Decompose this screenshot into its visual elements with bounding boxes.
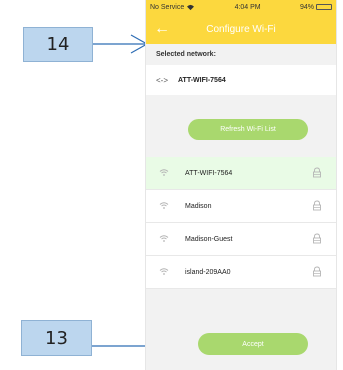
page-title: Configure Wi-Fi [206,23,276,35]
selected-network-name: ATT-WIFI-7564 [178,76,226,84]
status-time: 4:04 PM [234,3,261,11]
nav-bar: ← Configure Wi-Fi [146,14,336,44]
network-name: Madison [185,202,212,210]
network-list-item[interactable]: island-209AA0 [146,256,336,289]
back-arrow-icon[interactable]: ← [154,20,172,38]
selected-network-row: <-> ATT-WIFI-7564 [146,65,336,95]
lock-icon [313,200,321,211]
wifi-signal-icon [159,235,169,242]
link-arrows-icon: <-> [156,75,169,85]
carrier-text: No Service [150,3,185,11]
refresh-area: Refresh Wi-Fi List [146,95,336,157]
status-carrier: No Service [150,4,195,11]
network-list-item[interactable]: Madison [146,190,336,223]
network-name: Madison-Guest [185,235,233,243]
lock-icon [313,266,321,277]
battery-icon [315,4,332,10]
wifi-signal-icon [159,169,169,176]
network-list-item[interactable]: Madison-Guest [146,223,336,256]
phone-screen: No Service 4:04 PM 94% ← Configure Wi-Fi… [145,0,337,370]
network-name: island-209AA0 [185,268,231,276]
accept-button[interactable]: Accept [198,333,308,355]
bottom-area: Accept [146,289,336,369]
network-name: ATT-WIFI-7564 [185,169,233,177]
selected-network-header: Selected network: [146,44,336,65]
network-list-item[interactable]: ATT-WIFI-7564 [146,157,336,190]
lock-icon [313,233,321,244]
status-wifi-icon [187,4,195,10]
status-bar: No Service 4:04 PM 94% [146,0,336,14]
battery-percent: 94% [299,3,314,11]
lock-icon [313,167,321,178]
wifi-signal-icon [159,268,169,275]
battery-indicator: 94% [300,4,332,11]
refresh-wifi-list-button[interactable]: Refresh Wi-Fi List [188,119,308,140]
network-list: ATT-WIFI-7564 Madison Madison-Guest isla… [146,157,336,289]
wifi-signal-icon [159,202,169,209]
